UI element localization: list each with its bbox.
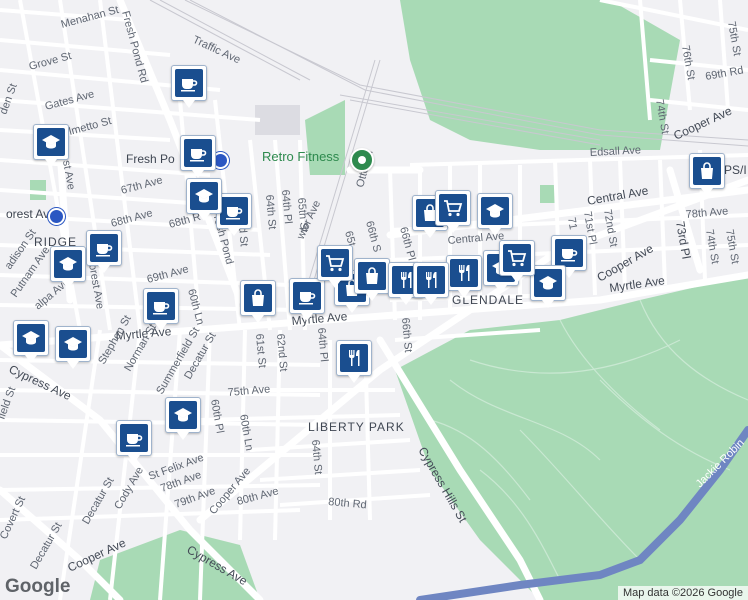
- shopping-cart-icon: [321, 249, 349, 277]
- poi-marker-shopping[interactable]: [240, 280, 276, 323]
- coffee-cup-icon: [90, 234, 118, 262]
- shopping-cart-icon: [439, 194, 467, 222]
- poi-marker-grocery[interactable]: [317, 245, 353, 288]
- poi-marker-grocery[interactable]: [435, 190, 471, 233]
- coffee-cup-icon: [555, 239, 583, 267]
- poi-marker-shopping[interactable]: [354, 258, 390, 301]
- map-attribution[interactable]: Map data ©2026 Google: [617, 586, 748, 600]
- poi-marker-restaurant[interactable]: [446, 255, 482, 298]
- shopping-bag-icon: [358, 262, 386, 290]
- shopping-bag-icon: [244, 284, 272, 312]
- shopping-cart-icon: [503, 244, 531, 272]
- graduation-cap-icon: [59, 330, 87, 358]
- poi-marker-restaurant[interactable]: [336, 340, 372, 383]
- label-liberty-park: LIBERTY PARK: [308, 420, 405, 434]
- fork-knife-icon: [340, 344, 368, 372]
- label-station-forest: orest Av: [6, 207, 49, 221]
- poi-marker-school[interactable]: [530, 265, 566, 308]
- graduation-cap-icon: [37, 128, 65, 156]
- poi-marker-restaurant[interactable]: [413, 262, 449, 305]
- poi-marker-school[interactable]: [186, 178, 222, 221]
- park-patch-2: [30, 180, 46, 200]
- graduation-cap-icon: [190, 182, 218, 210]
- graduation-cap-icon: [17, 324, 45, 352]
- label-station-fresh-pond: Fresh Po: [126, 152, 175, 166]
- coffee-cup-icon: [293, 282, 321, 310]
- poi-marker-coffee[interactable]: [289, 278, 325, 321]
- label-ps: PS/I: [724, 163, 747, 177]
- poi-marker-school[interactable]: [55, 326, 91, 369]
- shopping-bag-icon: [693, 157, 721, 185]
- subway-station-icon[interactable]: [48, 208, 65, 225]
- label-retro-fitness: Retro Fitness: [262, 149, 340, 164]
- poi-marker-grocery[interactable]: [499, 240, 535, 283]
- coffee-cup-icon: [120, 424, 148, 452]
- graduation-cap-icon: [481, 197, 509, 225]
- gym-pin-icon[interactable]: [350, 148, 374, 172]
- coffee-cup-icon: [184, 139, 212, 167]
- poi-marker-coffee[interactable]: [180, 135, 216, 178]
- google-logo: Google: [5, 576, 71, 597]
- coffee-cup-icon: [220, 197, 248, 225]
- label-71: 71: [565, 216, 579, 230]
- poi-marker-school[interactable]: [50, 246, 86, 289]
- graduation-cap-icon: [169, 401, 197, 429]
- poi-marker-school[interactable]: [13, 320, 49, 363]
- poi-marker-school[interactable]: [33, 124, 69, 167]
- poi-marker-school[interactable]: [477, 193, 513, 236]
- poi-marker-coffee[interactable]: [143, 288, 179, 331]
- poi-marker-coffee[interactable]: [171, 65, 207, 108]
- map-canvas[interactable]: Menahan St Traffic Ave Grove St Gates Av…: [0, 0, 748, 600]
- fork-knife-icon: [417, 266, 445, 294]
- graduation-cap-icon: [534, 269, 562, 297]
- coffee-cup-icon: [147, 292, 175, 320]
- poi-marker-coffee[interactable]: [116, 420, 152, 463]
- poi-marker-school[interactable]: [165, 397, 201, 440]
- fork-knife-icon: [450, 259, 478, 287]
- coffee-cup-icon: [175, 69, 203, 97]
- poi-marker-coffee[interactable]: [86, 230, 122, 273]
- park-patch: [540, 185, 555, 203]
- graduation-cap-icon: [54, 250, 82, 278]
- poi-marker-shopping[interactable]: [689, 153, 725, 196]
